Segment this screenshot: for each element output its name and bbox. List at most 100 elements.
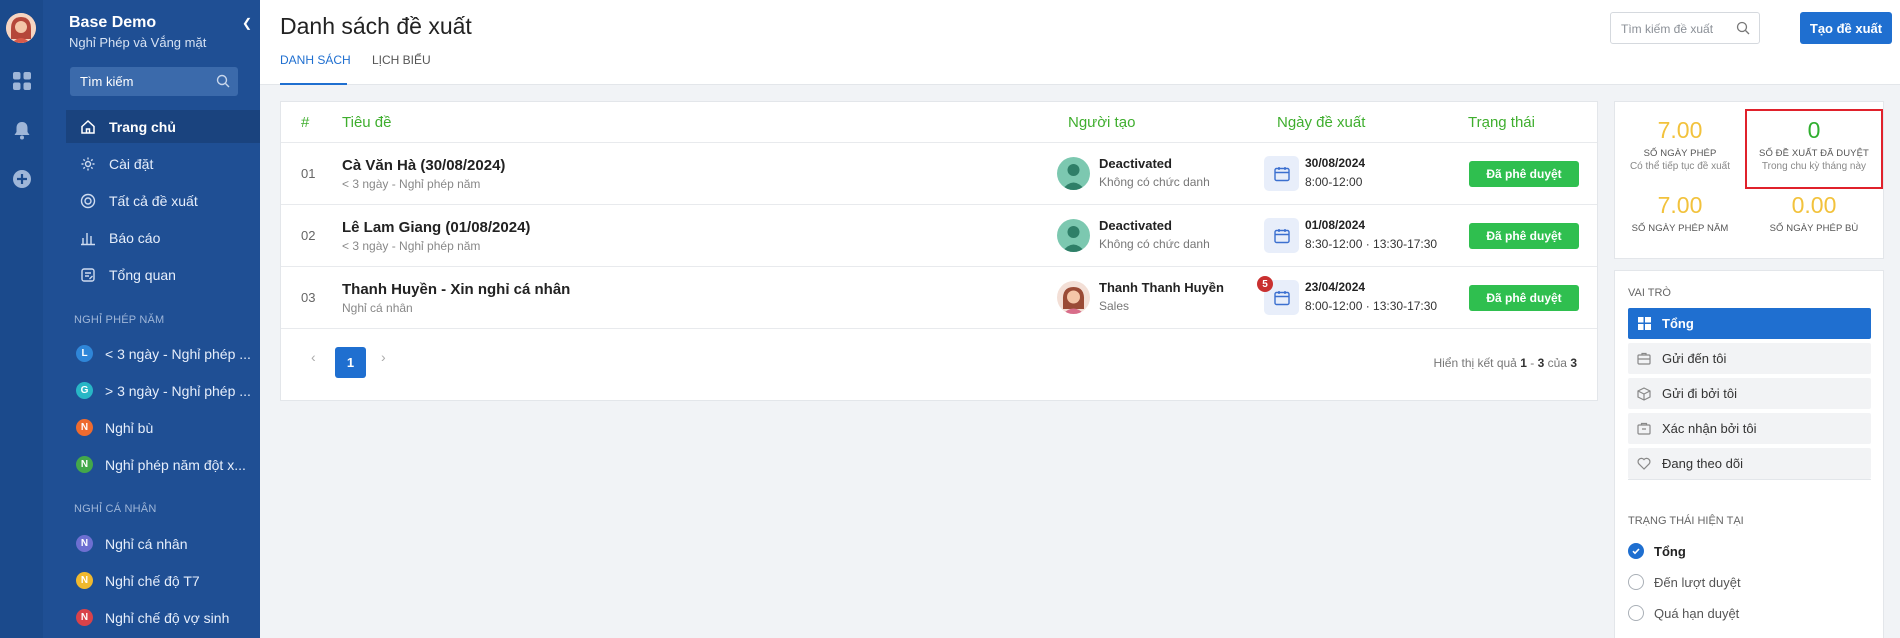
- stat-leave-days: 7.00 SỐ NGÀY PHÉP Có thể tiếp tục đề xuấ…: [1615, 117, 1745, 172]
- pagination-to: 3: [1537, 356, 1545, 370]
- column-header-creator: Người tạo: [1068, 114, 1136, 131]
- leave-type-dot: N: [76, 572, 93, 589]
- leave-type-dot: G: [76, 382, 93, 399]
- status-filter-title: TRẠNG THÁI HIỆN TẠI: [1628, 515, 1744, 527]
- leave-type-dot: N: [76, 456, 93, 473]
- next-page-button[interactable]: ›: [381, 349, 386, 365]
- table-divider: [281, 328, 1597, 329]
- role-label: Tổng: [1662, 316, 1694, 331]
- role-filter-sent-by-me[interactable]: Gửi đi bởi tôi: [1628, 378, 1871, 409]
- leave-type-item[interactable]: N Nghỉ bù: [76, 419, 256, 436]
- pagination-info: Hiển thị kết quả 1 - 3 của 3: [1433, 356, 1577, 370]
- page-1-button[interactable]: 1: [335, 347, 366, 378]
- role-label: Gửi đi bởi tôi: [1662, 386, 1738, 401]
- row-number: 01: [301, 166, 316, 181]
- column-header-date: Ngày đề xuất: [1277, 114, 1366, 131]
- creator-avatar: [1057, 157, 1090, 190]
- leave-type-item[interactable]: L < 3 ngày - Nghỉ phép ...: [76, 345, 256, 362]
- request-table: # Tiêu đề Người tạo Ngày đề xuất Trạng t…: [280, 101, 1598, 401]
- leave-type-item[interactable]: N Nghỉ phép năm đột x...: [76, 456, 256, 473]
- request-type: < 3 ngày - Nghỉ phép năm: [342, 177, 481, 191]
- role-label: Xác nhận bởi tôi: [1662, 421, 1757, 436]
- row-number: 03: [301, 290, 316, 305]
- column-header-no: #: [301, 114, 310, 131]
- role-filter-sent-to-me[interactable]: Gửi đến tôi: [1628, 343, 1871, 374]
- table-row[interactable]: 02 Lê Lam Giang (01/08/2024) < 3 ngày - …: [281, 204, 1597, 266]
- collapse-sidebar-icon[interactable]: ❮: [242, 16, 252, 30]
- status-badge: Đã phê duyệt: [1469, 161, 1579, 187]
- sidebar-search-input[interactable]: Tìm kiếm: [70, 67, 238, 96]
- group-title-personal-leave: NGHỈ CÁ NHÂN: [74, 503, 157, 515]
- highlight-box: [1745, 109, 1883, 189]
- bell-icon[interactable]: [11, 119, 32, 140]
- create-request-button[interactable]: Tạo đề xuất: [1800, 12, 1892, 44]
- leave-type-label: Nghỉ cá nhân: [105, 535, 188, 552]
- user-avatar[interactable]: [6, 13, 36, 43]
- leave-type-item[interactable]: N Nghỉ cá nhân: [76, 535, 256, 552]
- status-filter-overdue[interactable]: Quá hạn duyệt: [1628, 605, 1739, 621]
- request-type: < 3 ngày - Nghỉ phép năm: [342, 239, 481, 253]
- row-number: 02: [301, 228, 316, 243]
- bar-chart-icon: [79, 229, 97, 247]
- request-time: 8:00-12:00 · 13:30-17:30: [1305, 299, 1438, 313]
- leave-type-item[interactable]: N Nghỉ chế độ vợ sinh: [76, 609, 256, 626]
- stat-label: SỐ NGÀY PHÉP BÙ: [1769, 223, 1859, 234]
- stat-value: 0.00: [1791, 192, 1837, 218]
- request-title[interactable]: Cà Văn Hà (30/08/2024): [342, 157, 505, 174]
- tab-calendar[interactable]: LỊCH BIỂU: [372, 53, 431, 67]
- search-icon: [1736, 21, 1750, 38]
- status-filter-total[interactable]: Tổng: [1628, 543, 1686, 559]
- leave-type-item[interactable]: G > 3 ngày - Nghỉ phép ...: [76, 382, 256, 399]
- app-title: Base Demo: [69, 14, 157, 31]
- request-date: 01/08/2024: [1305, 218, 1366, 232]
- add-circle-icon[interactable]: [11, 168, 32, 189]
- stat-label: SỐ NGÀY PHÉP NĂM: [1631, 223, 1729, 234]
- nav-item-overview[interactable]: Tổng quan: [66, 258, 260, 291]
- nav-item-settings[interactable]: Cài đặt: [66, 147, 260, 180]
- role-filter-total[interactable]: Tổng: [1628, 308, 1871, 339]
- overview-icon: [79, 266, 97, 284]
- table-row[interactable]: 03 Thanh Huyền - Xin nghỉ cá nhân Nghỉ c…: [281, 266, 1597, 328]
- page-header: Danh sách đề xuất DANH SÁCH LỊCH BIỂU Tì…: [260, 0, 1900, 85]
- leave-type-label: Nghỉ chế độ vợ sinh: [105, 609, 230, 626]
- radio-label: Tổng: [1654, 543, 1686, 559]
- status-badge: Đã phê duyệt: [1469, 285, 1579, 311]
- leave-type-label: < 3 ngày - Nghỉ phép ...: [105, 345, 251, 362]
- creator-role: Không có chức danh: [1099, 237, 1210, 251]
- request-date: 30/08/2024: [1305, 156, 1366, 170]
- gear-icon: [79, 155, 97, 173]
- nav-label: Trang chủ: [109, 118, 176, 135]
- request-time: 8:00-12:00: [1305, 175, 1363, 189]
- tab-list[interactable]: DANH SÁCH: [280, 53, 351, 67]
- apps-grid-icon[interactable]: [11, 70, 32, 91]
- calendar-icon: [1264, 156, 1299, 191]
- table-row[interactable]: 01 Cà Văn Hà (30/08/2024) < 3 ngày - Ngh…: [281, 142, 1597, 204]
- request-search-input[interactable]: Tìm kiếm đề xuất: [1610, 12, 1760, 44]
- leave-type-item[interactable]: N Nghỉ chế độ T7: [76, 572, 256, 589]
- leave-type-label: Nghỉ phép năm đột x...: [105, 456, 246, 473]
- request-title[interactable]: Thanh Huyền - Xin nghỉ cá nhân: [342, 281, 570, 298]
- creator-avatar: [1057, 219, 1090, 252]
- nav-label: Cài đặt: [109, 155, 154, 172]
- status-filter-my-turn[interactable]: Đến lượt duyệt: [1628, 574, 1741, 590]
- pagination-text: Hiển thị kết quả: [1433, 356, 1517, 370]
- leave-type-label: Nghỉ bù: [105, 419, 154, 436]
- circle-target-icon: [79, 192, 97, 210]
- stat-sub: Có thể tiếp tục đề xuất: [1629, 161, 1731, 172]
- prev-page-button[interactable]: ‹: [311, 349, 316, 365]
- role-filter-confirmed-by-me[interactable]: Xác nhận bởi tôi: [1628, 413, 1871, 444]
- filter-panel: VAI TRÒ Tổng Gửi đến tôi Gửi đi bởi tôi …: [1614, 270, 1884, 638]
- leave-type-dot: N: [76, 609, 93, 626]
- stat-compensatory-days: 0.00 SỐ NGÀY PHÉP BÙ: [1749, 192, 1879, 234]
- sidebar: Base Demo Nghỉ Phép và Vắng mặt ❮ Tìm ki…: [43, 0, 260, 638]
- creator-name: Thanh Thanh Huyền: [1099, 280, 1224, 295]
- request-title[interactable]: Lê Lam Giang (01/08/2024): [342, 219, 530, 236]
- pagination-from: 1: [1520, 356, 1527, 370]
- request-date: 23/04/2024: [1305, 280, 1366, 294]
- role-filter-following[interactable]: Đang theo dõi: [1628, 448, 1871, 479]
- nav-item-reports[interactable]: Báo cáo: [66, 221, 260, 254]
- nav-item-home[interactable]: Trang chủ: [66, 110, 260, 143]
- column-header-status: Trạng thái: [1468, 114, 1535, 131]
- nav-item-all-requests[interactable]: Tất cả đề xuất: [66, 184, 260, 217]
- request-type: Nghỉ cá nhân: [342, 301, 413, 315]
